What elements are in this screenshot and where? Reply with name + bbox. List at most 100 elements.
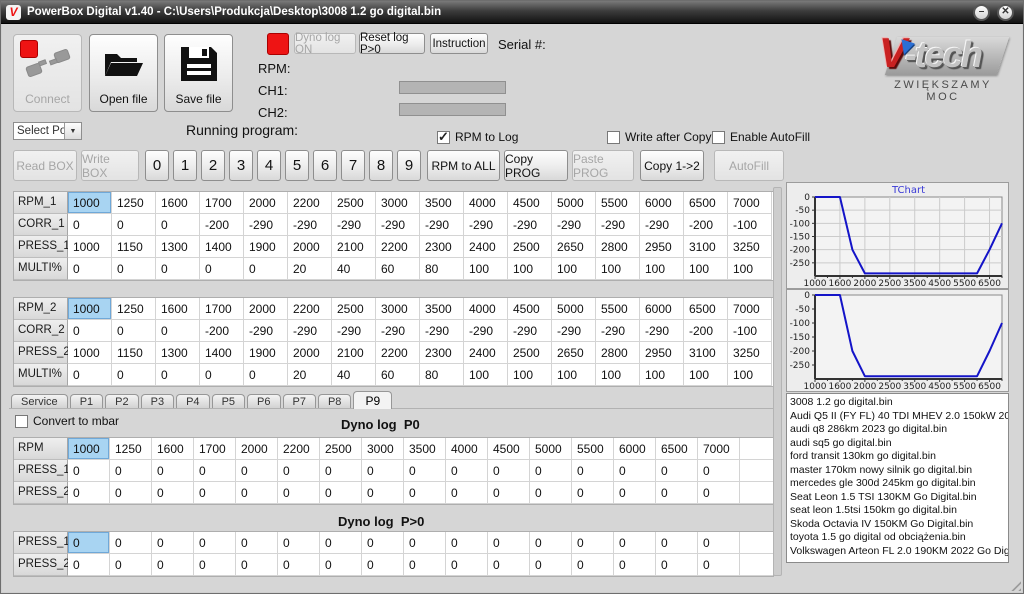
table-cell[interactable]: 1150 [112, 342, 156, 364]
table-cell[interactable]: 3000 [376, 298, 420, 320]
table-cell[interactable]: 0 [110, 460, 152, 482]
file-list-item[interactable]: Seat Leon 1.5 TSI 130KM Go Digital.bin [790, 491, 1008, 505]
table-cell[interactable]: 0 [244, 364, 288, 386]
table-cell[interactable]: 80 [420, 364, 464, 386]
table-cell[interactable]: 0 [446, 532, 488, 554]
table-cell[interactable]: 3250 [728, 342, 772, 364]
table-cell[interactable]: 0 [656, 554, 698, 576]
table-cell[interactable]: -290 [332, 320, 376, 342]
table-cell[interactable]: 0 [152, 532, 194, 554]
table-cell[interactable]: 1300 [156, 236, 200, 258]
table-cell[interactable]: 0 [320, 554, 362, 576]
table-cell[interactable]: 0 [68, 554, 110, 576]
table-cell[interactable]: 0 [404, 482, 446, 504]
instruction-button[interactable]: Instruction [430, 33, 488, 54]
copy-prog-button[interactable]: Copy PROG [504, 150, 568, 181]
table-cell[interactable]: 2500 [332, 192, 376, 214]
table-cell[interactable]: 0 [112, 320, 156, 342]
file-list-item[interactable]: mercedes gle 300d 245km go digital.bin [790, 477, 1008, 491]
table-cell[interactable]: 2400 [464, 236, 508, 258]
table-cell[interactable]: 0 [320, 532, 362, 554]
write-after-copy-checkbox-box[interactable] [607, 131, 620, 144]
table-cell[interactable]: -290 [244, 320, 288, 342]
table-cell[interactable]: 3100 [684, 342, 728, 364]
table-cell[interactable]: 0 [68, 320, 112, 342]
enable-autofill-checkbox-box[interactable] [712, 131, 725, 144]
tab-p1[interactable]: P1 [70, 394, 103, 409]
table-cell[interactable]: 0 [362, 482, 404, 504]
table-cell[interactable]: 4000 [446, 438, 488, 460]
table-cell[interactable]: 0 [278, 554, 320, 576]
table-cell[interactable]: 0 [278, 460, 320, 482]
table-cell[interactable]: 1600 [156, 192, 200, 214]
table-cell[interactable]: 2800 [596, 236, 640, 258]
table-cell[interactable]: 6000 [640, 298, 684, 320]
table-cell[interactable]: 1000 [68, 342, 112, 364]
table-cell[interactable]: -290 [640, 214, 684, 236]
table-cell[interactable]: 1000 [68, 438, 110, 460]
open-file-button[interactable]: Open file [89, 34, 158, 112]
table-cell[interactable]: 20 [288, 364, 332, 386]
table-cell[interactable]: 2200 [376, 236, 420, 258]
table-cell[interactable]: 0 [236, 532, 278, 554]
table-cell[interactable]: 0 [156, 320, 200, 342]
table-cell[interactable]: 0 [194, 554, 236, 576]
digit-button-0[interactable]: 0 [145, 150, 169, 181]
digit-button-9[interactable]: 9 [397, 150, 421, 181]
table-cell[interactable]: 2500 [320, 438, 362, 460]
table-cell[interactable]: 40 [332, 258, 376, 280]
table-cell[interactable]: 20 [288, 258, 332, 280]
table-cell[interactable]: 0 [156, 364, 200, 386]
digit-button-6[interactable]: 6 [313, 150, 337, 181]
table-cell[interactable]: 100 [640, 258, 684, 280]
connect-button[interactable]: Connect [13, 34, 82, 112]
table-cell[interactable]: 100 [684, 258, 728, 280]
rpm-to-all-button[interactable]: RPM to ALL [427, 150, 500, 181]
table-cell[interactable]: 0 [68, 364, 112, 386]
table-cell[interactable]: 0 [156, 258, 200, 280]
table-cell[interactable]: 2200 [288, 298, 332, 320]
table-cell[interactable]: 1250 [112, 192, 156, 214]
table-cell[interactable]: 2950 [640, 342, 684, 364]
table-cell[interactable]: 6500 [656, 438, 698, 460]
tab-p7[interactable]: P7 [283, 394, 316, 409]
table-cell[interactable]: 0 [362, 532, 404, 554]
table-cell[interactable]: 1700 [200, 192, 244, 214]
write-box-button[interactable]: Write BOX [81, 150, 139, 181]
resize-grip[interactable] [1008, 578, 1021, 591]
table-cell[interactable]: 2000 [244, 298, 288, 320]
table-cell[interactable]: 0 [278, 482, 320, 504]
table-cell[interactable]: 0 [698, 460, 740, 482]
table-cell[interactable]: -100 [728, 214, 772, 236]
table-cell[interactable]: 0 [152, 482, 194, 504]
table-cell[interactable]: 0 [446, 554, 488, 576]
save-file-button[interactable]: Save file [164, 34, 233, 112]
table-cell[interactable]: 3000 [376, 192, 420, 214]
table-cell[interactable]: 4000 [464, 298, 508, 320]
copy-1-to-2-button[interactable]: Copy 1->2 [640, 150, 704, 181]
file-list-item[interactable]: audi q8 286km 2023 go digital.bin [790, 423, 1008, 437]
table-cell[interactable]: 6500 [684, 298, 728, 320]
table-cell[interactable]: 100 [728, 258, 772, 280]
table-cell[interactable]: 3500 [420, 192, 464, 214]
table-cell[interactable]: 2000 [288, 342, 332, 364]
dyno-log-on-button[interactable]: Dyno log ON [294, 33, 356, 54]
table-cell[interactable]: 0 [68, 460, 110, 482]
table-cell[interactable]: 1250 [110, 438, 152, 460]
table-cell[interactable]: 2650 [552, 236, 596, 258]
table-cell[interactable]: 0 [530, 532, 572, 554]
digit-button-4[interactable]: 4 [257, 150, 281, 181]
table-cell[interactable]: 100 [596, 258, 640, 280]
table-cell[interactable]: 0 [112, 214, 156, 236]
table-cell[interactable]: 1150 [112, 236, 156, 258]
table-cell[interactable]: 2500 [508, 342, 552, 364]
table-cell[interactable]: 0 [152, 460, 194, 482]
table-cell[interactable]: 2800 [596, 342, 640, 364]
table-cell[interactable]: 5000 [530, 438, 572, 460]
table-cell[interactable]: 0 [656, 532, 698, 554]
table-cell[interactable]: 0 [194, 460, 236, 482]
table-cell[interactable]: 0 [112, 364, 156, 386]
tab-p9[interactable]: P9 [353, 391, 392, 409]
table-cell[interactable]: 0 [572, 532, 614, 554]
table-cell[interactable]: 1900 [244, 236, 288, 258]
